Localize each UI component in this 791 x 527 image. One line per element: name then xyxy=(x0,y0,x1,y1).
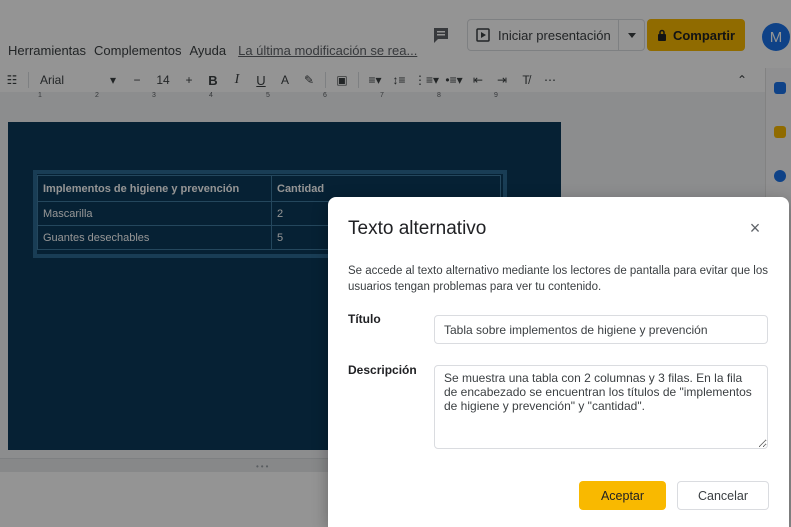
dialog-title: Texto alternativo xyxy=(348,218,487,239)
accept-button[interactable]: Aceptar xyxy=(579,481,666,510)
title-field[interactable] xyxy=(434,315,768,344)
close-icon[interactable]: × xyxy=(746,219,764,237)
description-field[interactable]: Se muestra una tabla con 2 columnas y 3 … xyxy=(434,365,768,449)
description-label: Descripción xyxy=(348,363,417,377)
title-label: Título xyxy=(348,312,381,326)
dialog-description: Se accede al texto alternativo mediante … xyxy=(348,265,769,293)
alt-text-dialog: Texto alternativo × Se accede al texto a… xyxy=(328,197,789,527)
cancel-button[interactable]: Cancelar xyxy=(677,481,769,510)
